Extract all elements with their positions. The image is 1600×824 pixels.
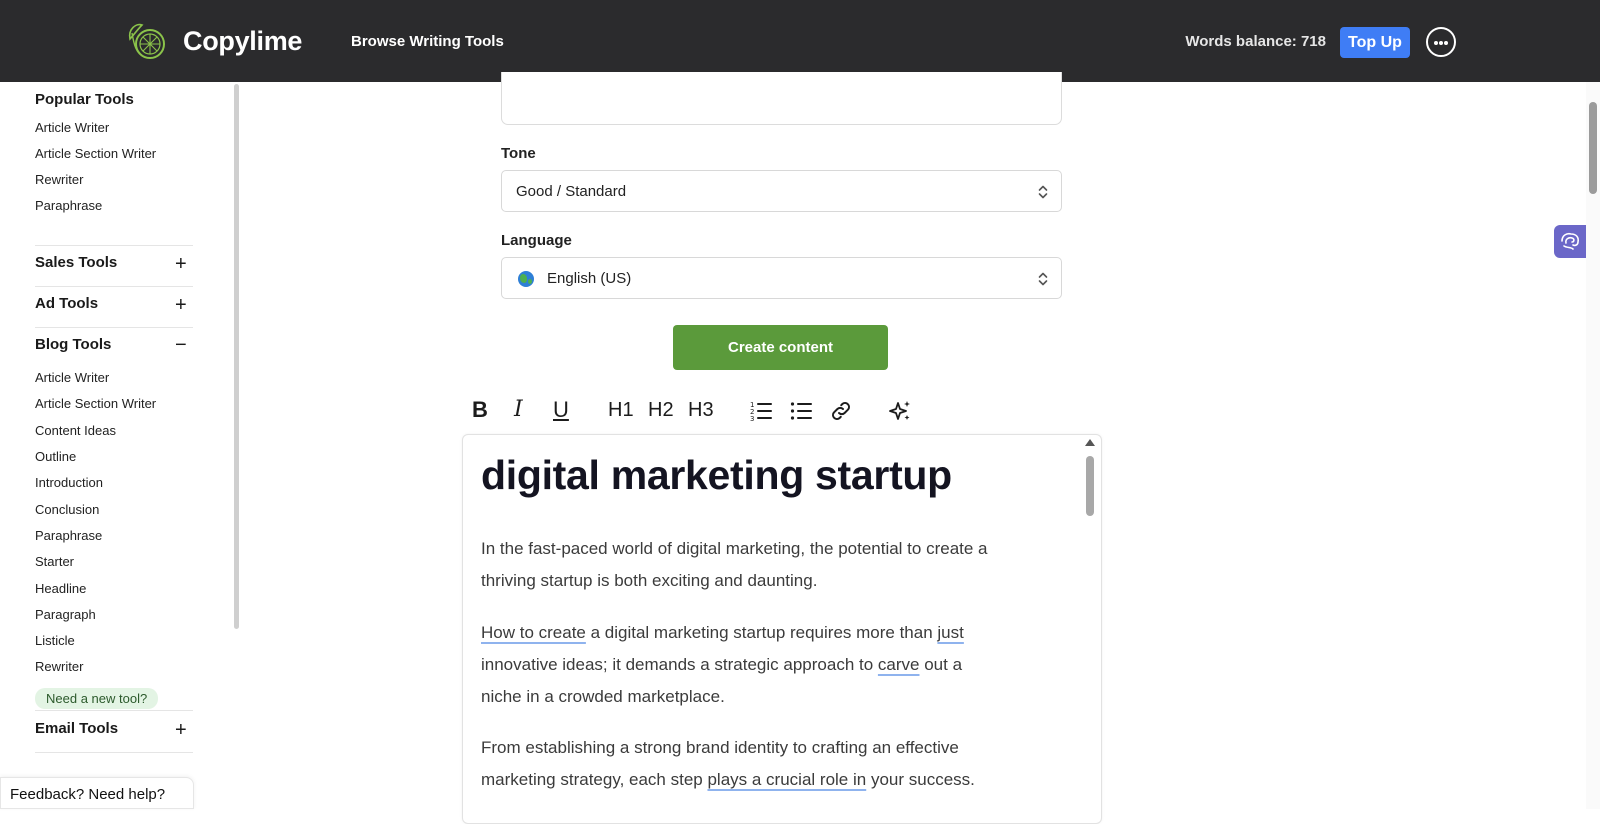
brand-name[interactable]: Copylime xyxy=(183,26,302,57)
sidebar-scrollbar[interactable] xyxy=(234,84,239,629)
language-value: English (US) xyxy=(547,270,632,287)
paragraph-line: From establishing a strong brand identit… xyxy=(481,738,959,757)
sidebar-item-conclusion[interactable]: Conclusion xyxy=(35,502,99,517)
section-sales-tools[interactable]: Sales Tools xyxy=(35,254,117,271)
sidebar-item-rewriter[interactable]: Rewriter xyxy=(35,172,83,187)
sidebar-item-paraphrase[interactable]: Paraphrase xyxy=(35,198,102,213)
language-label: Language xyxy=(501,232,572,249)
tone-label: Tone xyxy=(501,145,536,162)
tone-value: Good / Standard xyxy=(516,183,627,200)
italic-button[interactable]: I xyxy=(514,397,523,423)
feedback-button[interactable]: Feedback? Need help? xyxy=(0,777,194,809)
globe-icon xyxy=(518,271,534,287)
link-icon[interactable] xyxy=(829,399,853,423)
text-run: marketing strategy, each step xyxy=(481,770,708,789)
editor-paragraph-3: From establishing a strong brand identit… xyxy=(481,732,1061,796)
divider xyxy=(35,710,193,711)
top-bar: Copylime Browse Writing Tools Words bala… xyxy=(0,0,1600,82)
underline-button[interactable]: U xyxy=(553,397,569,423)
need-new-tool-badge[interactable]: Need a new tool? xyxy=(35,688,159,709)
ordered-list-icon[interactable]: 1 2 3 xyxy=(749,399,773,423)
sidebar-item-article-writer[interactable]: Article Writer xyxy=(35,370,109,385)
bold-button[interactable]: B xyxy=(472,397,488,423)
sidebar-item-listicle[interactable]: Listicle xyxy=(35,633,75,648)
text-run: innovative ideas; it demands a strategic… xyxy=(481,655,878,674)
section-email-tools[interactable]: Email Tools xyxy=(35,720,118,737)
svg-text:3: 3 xyxy=(750,415,754,423)
sidebar-item-paragraph[interactable]: Paragraph xyxy=(35,607,96,622)
sidebar-item-article-section-writer[interactable]: Article Section Writer xyxy=(35,396,156,411)
plus-icon[interactable]: + xyxy=(175,295,187,315)
heading1-button[interactable]: H1 xyxy=(608,397,634,423)
brain-widget-button[interactable] xyxy=(1554,225,1586,258)
heading2-button[interactable]: H2 xyxy=(648,397,674,423)
chevron-updown-icon xyxy=(1038,272,1048,286)
text-run: a digital marketing startup requires mor… xyxy=(585,623,938,642)
sidebar-item-headline[interactable]: Headline xyxy=(35,581,86,596)
sidebar-item-outline[interactable]: Outline xyxy=(35,449,76,464)
language-select[interactable]: English (US) xyxy=(501,257,1062,299)
divider xyxy=(35,752,193,753)
text-run: your success. xyxy=(866,770,975,789)
suggestion-underline[interactable]: just xyxy=(937,623,963,642)
browse-writing-tools-link[interactable]: Browse Writing Tools xyxy=(351,33,504,50)
more-options-icon[interactable] xyxy=(1426,27,1456,57)
paragraph-line: niche in a crowded marketplace. xyxy=(481,687,725,706)
brain-widget-icon xyxy=(1561,232,1579,250)
chevron-updown-icon xyxy=(1038,185,1048,199)
paragraph-line: marketing strategy, each step plays a cr… xyxy=(481,764,1061,796)
create-content-button[interactable]: Create content xyxy=(673,325,888,370)
suggestion-underline[interactable]: How to create xyxy=(481,623,586,642)
divider xyxy=(35,245,193,246)
sidebar-item-rewriter[interactable]: Rewriter xyxy=(35,659,83,674)
editor-paragraph-1: In the fast-paced world of digital marke… xyxy=(481,533,1061,597)
sidebar-item-article-section-writer[interactable]: Article Section Writer xyxy=(35,146,156,161)
section-blog-tools[interactable]: Blog Tools xyxy=(35,336,111,353)
tone-select[interactable]: Good / Standard xyxy=(501,170,1062,212)
divider xyxy=(35,327,193,328)
sidebar-item-content-ideas[interactable]: Content Ideas xyxy=(35,423,116,438)
top-up-button[interactable]: Top Up xyxy=(1340,27,1410,58)
paragraph-line: How to create a digital marketing startu… xyxy=(481,617,1061,649)
plus-icon[interactable]: + xyxy=(175,720,187,740)
heading3-button[interactable]: H3 xyxy=(688,397,714,423)
minus-icon[interactable]: − xyxy=(175,335,187,355)
paragraph-line: thriving startup is both exciting and da… xyxy=(481,571,818,590)
bullet-list-icon[interactable] xyxy=(789,399,813,423)
editor-scroll-up-arrow[interactable] xyxy=(1085,439,1095,446)
section-popular-tools: Popular Tools xyxy=(35,91,134,108)
section-ad-tools[interactable]: Ad Tools xyxy=(35,295,98,312)
sidebar-item-article-writer[interactable]: Article Writer xyxy=(35,120,109,135)
sidebar-item-introduction[interactable]: Introduction xyxy=(35,475,103,490)
topic-textarea[interactable] xyxy=(501,72,1062,125)
words-balance: Words balance: 718 xyxy=(1185,33,1326,50)
paragraph-line: innovative ideas; it demands a strategic… xyxy=(481,649,1061,681)
sidebar-item-starter[interactable]: Starter xyxy=(35,554,74,569)
paragraph-line: In the fast-paced world of digital marke… xyxy=(481,539,988,558)
sidebar: Popular Tools Article Writer Article Sec… xyxy=(0,82,240,809)
text-run: out a xyxy=(919,655,963,674)
lime-logo-icon[interactable] xyxy=(124,19,168,63)
sparkle-ai-icon[interactable] xyxy=(888,399,912,423)
suggestion-underline[interactable]: carve xyxy=(878,655,920,674)
page-scrollbar-thumb[interactable] xyxy=(1589,102,1597,194)
editor-scrollbar-thumb[interactable] xyxy=(1086,456,1094,516)
sidebar-item-paraphrase[interactable]: Paraphrase xyxy=(35,528,102,543)
editor-paragraph-2: How to create a digital marketing startu… xyxy=(481,617,1061,713)
divider xyxy=(35,286,193,287)
suggestion-underline[interactable]: plays a crucial role in xyxy=(707,770,866,789)
editor-heading: digital marketing startup xyxy=(481,452,952,498)
plus-icon[interactable]: + xyxy=(175,254,187,274)
